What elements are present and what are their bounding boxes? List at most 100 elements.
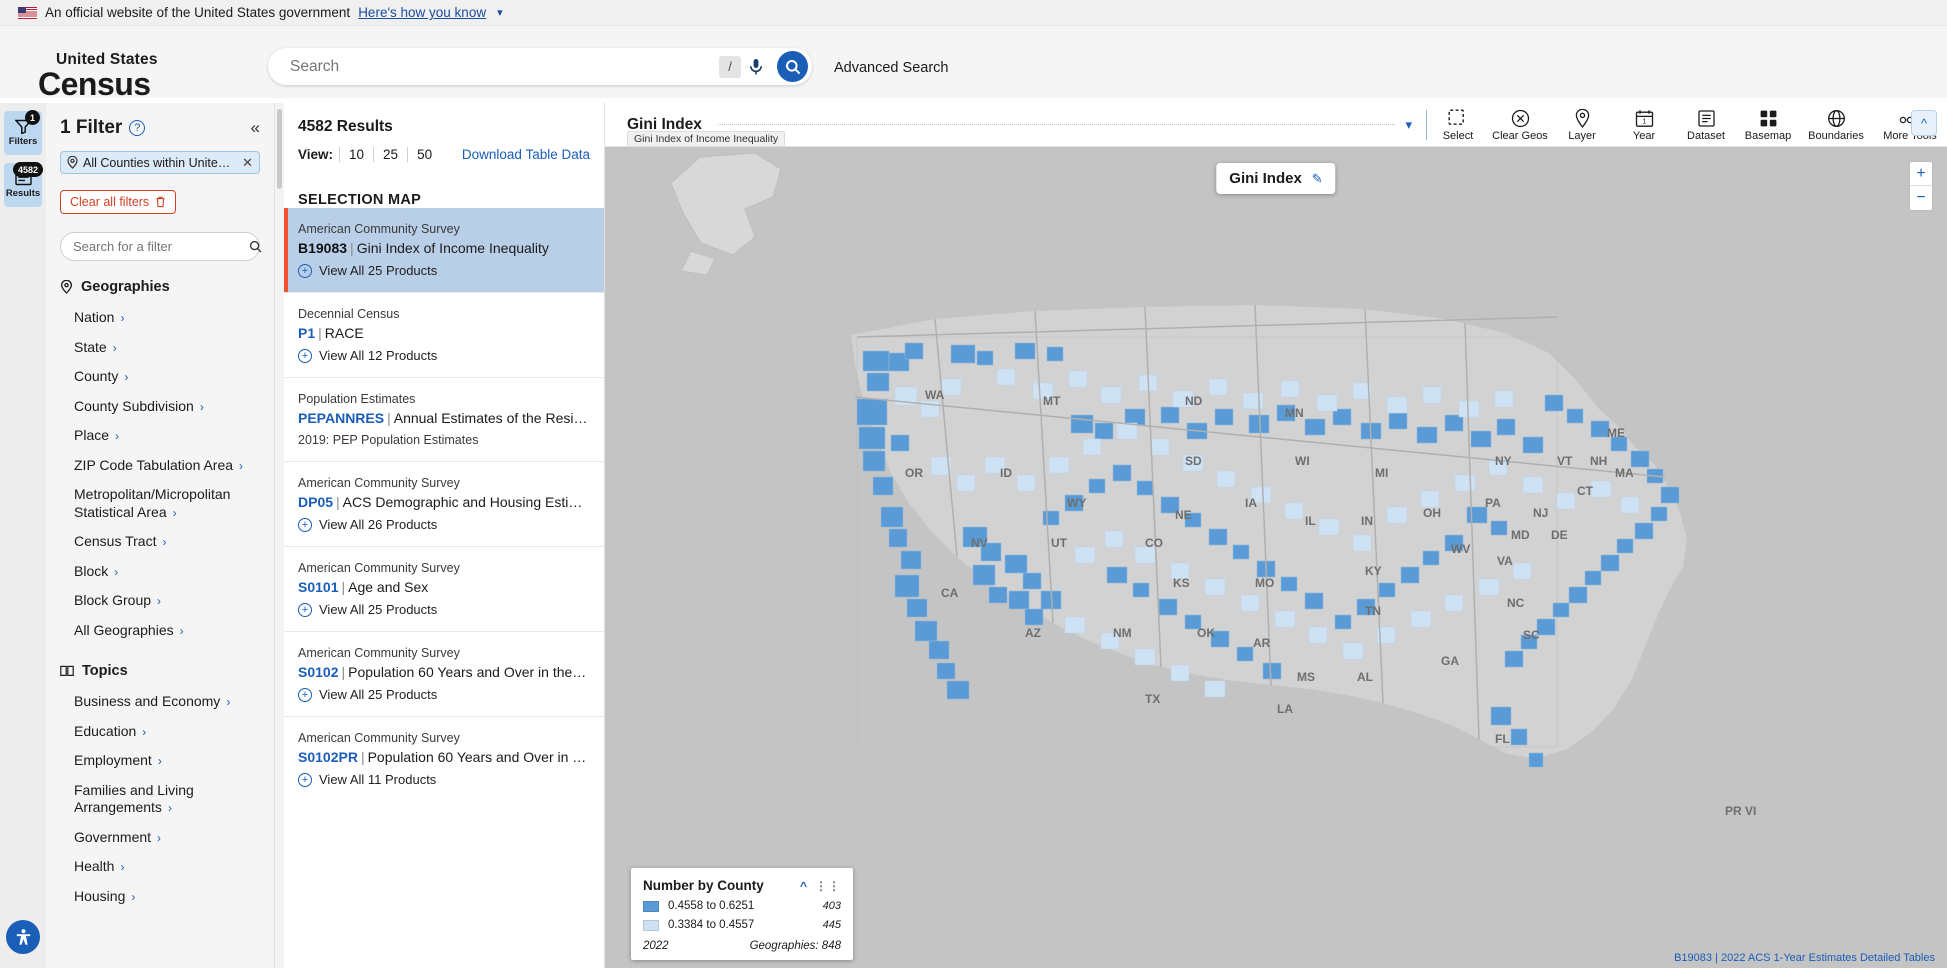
collapse-toolbar-button[interactable]: ^ <box>1911 110 1937 136</box>
microphone-icon[interactable] <box>741 58 771 76</box>
chevron-down-icon[interactable]: ▾ <box>497 6 503 19</box>
collapse-filters-button[interactable]: « <box>251 118 260 138</box>
filter-search-box[interactable] <box>60 232 262 261</box>
filter-item-health[interactable]: Health › <box>46 852 274 882</box>
result-code[interactable]: S0101 <box>298 579 338 595</box>
results-count: 4582 Results <box>298 118 393 135</box>
svg-text:PR VI: PR VI <box>1725 804 1756 818</box>
rail-filters-button[interactable]: 1 Filters <box>4 110 42 155</box>
filter-label: Education <box>74 722 137 739</box>
filter-item-place[interactable]: Place › <box>46 421 274 451</box>
view-all-products-link[interactable]: + View All 25 Products <box>298 687 588 702</box>
edit-pencil-icon[interactable]: ✎ <box>1312 171 1323 187</box>
filter-item-block-group[interactable]: Block Group › <box>46 586 274 616</box>
view-all-products-link[interactable]: + View All 25 Products <box>298 263 588 278</box>
legend-collapse-icon[interactable]: ^ <box>792 879 807 893</box>
download-table-data-link[interactable]: Download Table Data <box>462 147 590 162</box>
result-code[interactable]: S0102 <box>298 664 338 680</box>
filter-item-county-subdivision[interactable]: County Subdivision › <box>46 392 274 422</box>
filter-item-block[interactable]: Block › <box>46 557 274 587</box>
result-card-s0101[interactable]: American Community Survey S0101 | Age and … <box>284 546 604 631</box>
filters-header: 1 Filter ? « <box>46 103 274 139</box>
dataset-icon <box>1697 108 1716 128</box>
result-code[interactable]: P1 <box>298 325 315 341</box>
view-option-50[interactable]: 50 <box>407 147 441 162</box>
result-title: S0102 | Population 60 Years and Over in th… <box>298 664 588 680</box>
view-all-products-link[interactable]: + View All 26 Products <box>298 517 588 532</box>
filter-item-all-geographies[interactable]: All Geographies › <box>46 616 274 646</box>
tool-dataset[interactable]: Dataset <box>1675 108 1737 142</box>
result-card-s0102pr[interactable]: American Community Survey S0102PR | Popula… <box>284 716 604 801</box>
map-source-link[interactable]: B19083 | 2022 ACS 1-Year Estimates Detai… <box>1674 952 1935 964</box>
us-choropleth-map[interactable]: WA MT ND MN OR ID SD WI MI NY ME VT NH MA WY IA NE P… <box>605 147 1947 968</box>
tool-boundaries[interactable]: Boundaries <box>1799 108 1873 142</box>
tool-select[interactable]: Select <box>1427 108 1489 142</box>
legend-row[interactable]: 0.4558 to 0.6251 403 <box>643 900 841 912</box>
zoom-in-button[interactable]: + <box>1910 162 1932 186</box>
gov-banner-text: An official website of the United States… <box>45 5 351 20</box>
view-all-products-link[interactable]: + View All 25 Products <box>298 602 588 617</box>
svg-text:ID: ID <box>1000 466 1012 480</box>
filter-item-county[interactable]: County › <box>46 362 274 392</box>
filter-item-state[interactable]: State › <box>46 333 274 363</box>
result-card-pepannres[interactable]: Population Estimates PEPANNRES | Annual Es… <box>284 377 604 461</box>
filter-item-employment[interactable]: Employment › <box>46 746 274 776</box>
results-scrollbar[interactable] <box>275 103 284 968</box>
view-all-products-label: View All 25 Products <box>319 602 438 617</box>
filter-item-housing[interactable]: Housing › <box>46 882 274 912</box>
toolbar-divider <box>717 124 1396 125</box>
active-filter-chip[interactable]: All Counties within United State... ✕ <box>60 151 260 174</box>
accessibility-button[interactable] <box>6 920 40 954</box>
legend-row[interactable]: 0.3384 to 0.4557 445 <box>643 919 841 931</box>
result-card-s0102[interactable]: American Community Survey S0102 | Populati… <box>284 631 604 716</box>
result-card-b19083[interactable]: American Community Survey B19083 | Gini In… <box>284 208 604 292</box>
chevron-down-icon[interactable]: ▾ <box>1405 117 1412 133</box>
results-badge: 4582 <box>13 162 43 177</box>
filter-item-families-living[interactable]: Families and Living Arrangements › <box>46 776 274 823</box>
filter-item-nation[interactable]: Nation › <box>46 303 274 333</box>
search-button[interactable] <box>777 51 808 82</box>
map-canvas[interactable]: WA MT ND MN OR ID SD WI MI NY ME VT NH MA WY IA NE P… <box>605 147 1947 968</box>
filter-item-zcta[interactable]: ZIP Code Tabulation Area › <box>46 451 274 481</box>
result-code[interactable]: PEPANNRES <box>298 410 384 426</box>
result-code[interactable]: S0102PR <box>298 749 358 765</box>
tool-year[interactable]: 1 Year <box>1613 108 1675 142</box>
map-pin-icon <box>67 156 78 169</box>
search-bar[interactable]: / <box>268 48 812 85</box>
clear-all-filters-button[interactable]: Clear all filters <box>60 190 177 214</box>
map-layer-pill[interactable]: Gini Index ✎ <box>1216 163 1336 194</box>
how-you-know-link[interactable]: Here's how you know <box>358 5 486 20</box>
search-input[interactable] <box>268 57 719 76</box>
result-name: Population 60 Years and Over in the Unit… <box>348 664 588 680</box>
view-all-products-link[interactable]: + View All 12 Products <box>298 348 588 363</box>
result-code[interactable]: DP05 <box>298 494 333 510</box>
zoom-out-button[interactable]: − <box>1910 186 1932 210</box>
tool-layer[interactable]: Layer <box>1551 108 1613 142</box>
search-icon[interactable] <box>249 240 262 253</box>
result-card-dp05[interactable]: American Community Survey DP05 | ACS Demog… <box>284 461 604 546</box>
advanced-search-link[interactable]: Advanced Search <box>834 60 948 76</box>
legend-drag-handle[interactable]: ⋮⋮ <box>807 879 841 893</box>
view-option-10[interactable]: 10 <box>339 147 373 162</box>
tool-boundaries-label: Boundaries <box>1808 129 1864 142</box>
help-icon[interactable]: ? <box>129 120 146 136</box>
results-scrollbar-thumb[interactable] <box>277 109 282 189</box>
filter-item-census-tract[interactable]: Census Tract › <box>46 527 274 557</box>
filter-item-education[interactable]: Education › <box>46 717 274 747</box>
result-card-p1[interactable]: Decennial Census P1 | RACE + View All 12 P… <box>284 292 604 377</box>
rail-results-button[interactable]: 4582 Results <box>4 162 43 207</box>
tool-clear-geos[interactable]: Clear Geos <box>1489 108 1551 142</box>
filter-item-government[interactable]: Government › <box>46 823 274 853</box>
filter-search-input[interactable] <box>73 239 249 254</box>
tool-basemap[interactable]: Basemap <box>1737 108 1799 142</box>
filter-item-metro-micro[interactable]: Metropolitan/Micropolitan Statistical Ar… <box>46 480 274 527</box>
view-option-25[interactable]: 25 <box>373 147 407 162</box>
legend-count: 445 <box>822 919 841 931</box>
view-all-products-label: View All 11 Products <box>319 772 437 787</box>
remove-filter-icon[interactable]: ✕ <box>242 155 253 171</box>
plus-circle-icon: + <box>298 348 312 363</box>
filter-item-business-economy[interactable]: Business and Economy › <box>46 687 274 717</box>
view-all-products-link[interactable]: + View All 11 Products <box>298 772 588 787</box>
svg-text:OK: OK <box>1197 626 1215 640</box>
svg-text:IN: IN <box>1361 514 1373 528</box>
